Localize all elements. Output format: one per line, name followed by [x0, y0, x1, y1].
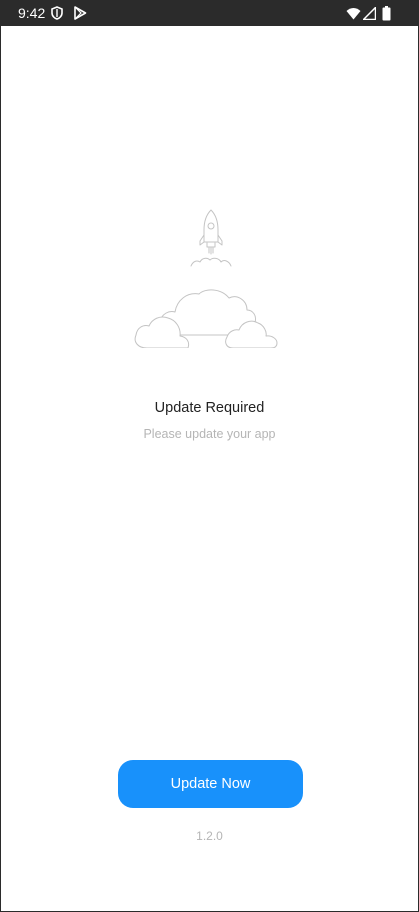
- page-title: Update Required: [154, 400, 265, 416]
- rocket-over-clouds-icon: [134, 209, 278, 348]
- battery-icon: [382, 6, 391, 21]
- wifi-icon: [346, 8, 361, 20]
- update-screen: Update Required Please update your app U…: [1, 26, 418, 911]
- status-time: 9:42: [18, 5, 46, 21]
- shield-icon: [51, 6, 63, 20]
- signal-icon: [363, 7, 376, 20]
- app-version: 1.2.0: [196, 829, 223, 843]
- page-subtitle: Please update your app: [143, 427, 276, 441]
- play-store-icon: [74, 6, 87, 20]
- status-bar: 9:42: [0, 0, 419, 26]
- update-now-button[interactable]: Update Now: [118, 760, 303, 808]
